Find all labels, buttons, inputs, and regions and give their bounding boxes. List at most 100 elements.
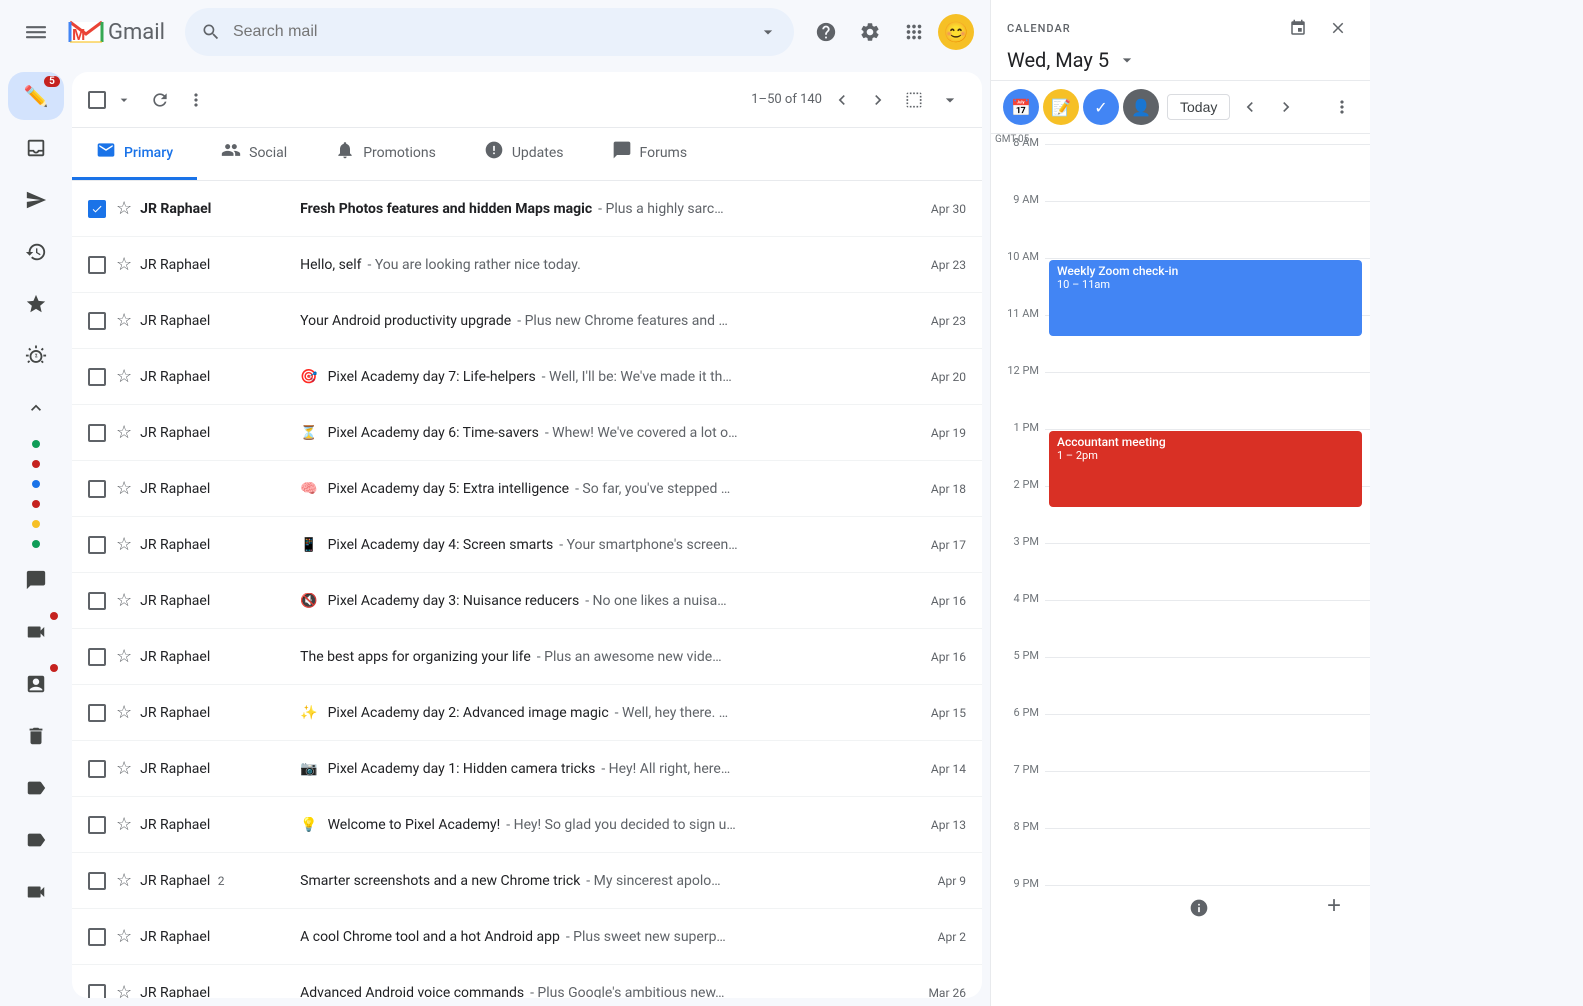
- row-star-10[interactable]: ☆: [116, 758, 132, 779]
- tab-social[interactable]: Social: [197, 128, 311, 180]
- add-event-button[interactable]: +: [1314, 886, 1354, 926]
- row-star-13[interactable]: ☆: [116, 926, 132, 947]
- sidebar-item-label2[interactable]: [8, 816, 64, 864]
- table-row[interactable]: ☆ JR Raphael Your Android productivity u…: [72, 293, 982, 349]
- table-row[interactable]: ☆ JR Raphael Hello, self - You are looki…: [72, 237, 982, 293]
- next-page-button[interactable]: [862, 84, 894, 116]
- label-dot-red[interactable]: [32, 460, 40, 468]
- more-options-button[interactable]: [180, 84, 212, 116]
- refresh-button[interactable]: [144, 84, 176, 116]
- tab-updates[interactable]: Updates: [460, 128, 588, 180]
- cal-info-button[interactable]: [1181, 890, 1217, 926]
- row-checkbox-0[interactable]: [88, 200, 108, 218]
- row-star-9[interactable]: ☆: [116, 702, 132, 723]
- cal-prev-button[interactable]: [1234, 91, 1266, 123]
- row-star-6[interactable]: ☆: [116, 534, 132, 555]
- view-toggle-button[interactable]: [898, 84, 930, 116]
- settings-button[interactable]: [850, 12, 890, 52]
- cal-icon-tasks[interactable]: ✓: [1083, 89, 1119, 125]
- cal-icon-contacts[interactable]: 👤: [1123, 89, 1159, 125]
- apps-button[interactable]: [894, 12, 934, 52]
- label-dot-green[interactable]: [32, 440, 40, 448]
- select-dropdown-button[interactable]: [108, 84, 140, 116]
- row-checkbox-3[interactable]: [88, 368, 108, 386]
- table-row[interactable]: ☆ JR Raphael A cool Chrome tool and a ho…: [72, 909, 982, 965]
- open-calendar-button[interactable]: [1282, 12, 1314, 44]
- sidebar-item-delete[interactable]: [8, 712, 64, 760]
- prev-page-button[interactable]: [826, 84, 858, 116]
- row-checkbox-1[interactable]: [88, 256, 108, 274]
- label-dot-blue[interactable]: [32, 480, 40, 488]
- table-row[interactable]: ☆ JR Raphael ⏳ Pixel Academy day 6: Time…: [72, 405, 982, 461]
- sidebar-item-meet[interactable]: [8, 608, 64, 656]
- sidebar-item-recent[interactable]: [8, 228, 64, 276]
- select-all-checkbox[interactable]: [88, 91, 106, 109]
- table-row[interactable]: ☆ JR Raphael 🔇 Pixel Academy day 3: Nuis…: [72, 573, 982, 629]
- today-button[interactable]: Today: [1167, 94, 1230, 120]
- tab-promotions[interactable]: Promotions: [311, 128, 460, 180]
- row-checkbox-7[interactable]: [88, 592, 108, 610]
- row-checkbox-12[interactable]: [88, 872, 108, 890]
- row-star-0[interactable]: ☆: [116, 198, 132, 219]
- sidebar-item-starred[interactable]: [8, 280, 64, 328]
- select-all-wrapper[interactable]: [88, 84, 140, 116]
- row-star-3[interactable]: ☆: [116, 366, 132, 387]
- hamburger-button[interactable]: [16, 12, 56, 52]
- row-checkbox-10[interactable]: [88, 760, 108, 778]
- row-star-14[interactable]: ☆: [116, 982, 132, 998]
- table-row[interactable]: ☆ JR Raphael 🎯 Pixel Academy day 7: Life…: [72, 349, 982, 405]
- cal-more-button[interactable]: [1326, 91, 1358, 123]
- cal-icon-google[interactable]: 📅: [1003, 89, 1039, 125]
- row-checkbox-2[interactable]: [88, 312, 108, 330]
- cal-next-button[interactable]: [1270, 91, 1302, 123]
- label-dot-yellow[interactable]: [32, 520, 40, 528]
- sidebar-item-tasks[interactable]: [8, 660, 64, 708]
- cal-event-zoom[interactable]: Weekly Zoom check-in 10 – 11am: [1049, 260, 1362, 336]
- user-avatar[interactable]: 😊: [938, 14, 974, 50]
- sidebar-item-sent[interactable]: [8, 176, 64, 224]
- table-row[interactable]: ☆ JR Raphael 📱 Pixel Academy day 4: Scre…: [72, 517, 982, 573]
- search-dropdown-icon[interactable]: [758, 22, 778, 42]
- sidebar-item-inbox[interactable]: [8, 124, 64, 172]
- table-row[interactable]: ☆ JR Raphael The best apps for organizin…: [72, 629, 982, 685]
- row-star-1[interactable]: ☆: [116, 254, 132, 275]
- table-row[interactable]: ☆ JR Raphael 🧠 Pixel Academy day 5: Extr…: [72, 461, 982, 517]
- row-checkbox-13[interactable]: [88, 928, 108, 946]
- sidebar-item-chat[interactable]: [8, 556, 64, 604]
- label-dot-green2[interactable]: [32, 540, 40, 548]
- row-star-8[interactable]: ☆: [116, 646, 132, 667]
- sidebar-item-snoozed[interactable]: [8, 332, 64, 380]
- row-checkbox-14[interactable]: [88, 984, 108, 999]
- help-button[interactable]: [806, 12, 846, 52]
- table-row[interactable]: ☆ JR Raphael ✨ Pixel Academy day 2: Adva…: [72, 685, 982, 741]
- row-checkbox-11[interactable]: [88, 816, 108, 834]
- row-checkbox-6[interactable]: [88, 536, 108, 554]
- calendar-dropdown-icon[interactable]: [1117, 50, 1137, 70]
- search-input[interactable]: [233, 23, 746, 41]
- row-checkbox-4[interactable]: [88, 424, 108, 442]
- row-star-7[interactable]: ☆: [116, 590, 132, 611]
- split-view-button[interactable]: [934, 84, 966, 116]
- search-bar[interactable]: [185, 8, 794, 56]
- row-star-5[interactable]: ☆: [116, 478, 132, 499]
- row-checkbox-9[interactable]: [88, 704, 108, 722]
- row-star-4[interactable]: ☆: [116, 422, 132, 443]
- row-star-11[interactable]: ☆: [116, 814, 132, 835]
- sidebar-item-labels[interactable]: [8, 764, 64, 812]
- table-row[interactable]: ☆ JR Raphael 💡 Welcome to Pixel Academy!…: [72, 797, 982, 853]
- close-calendar-button[interactable]: [1322, 12, 1354, 44]
- tab-primary[interactable]: Primary: [72, 128, 197, 180]
- row-checkbox-5[interactable]: [88, 480, 108, 498]
- table-row[interactable]: ☆ JR Raphael Fresh Photos features and h…: [72, 181, 982, 237]
- compose-button[interactable]: ✏️ 5: [8, 72, 64, 120]
- sidebar-item-collapse[interactable]: [8, 384, 64, 432]
- table-row[interactable]: ☆ JR Raphael Advanced Android voice comm…: [72, 965, 982, 998]
- table-row[interactable]: ☆ JR Raphael 2 Smarter screenshots and a…: [72, 853, 982, 909]
- sidebar-item-video[interactable]: [8, 868, 64, 916]
- cal-icon-keep[interactable]: 📝: [1043, 89, 1079, 125]
- label-dot-darkred[interactable]: [32, 500, 40, 508]
- cal-event-accountant[interactable]: Accountant meeting 1 – 2pm: [1049, 431, 1362, 507]
- table-row[interactable]: ☆ JR Raphael 📷 Pixel Academy day 1: Hidd…: [72, 741, 982, 797]
- row-star-2[interactable]: ☆: [116, 310, 132, 331]
- row-checkbox-8[interactable]: [88, 648, 108, 666]
